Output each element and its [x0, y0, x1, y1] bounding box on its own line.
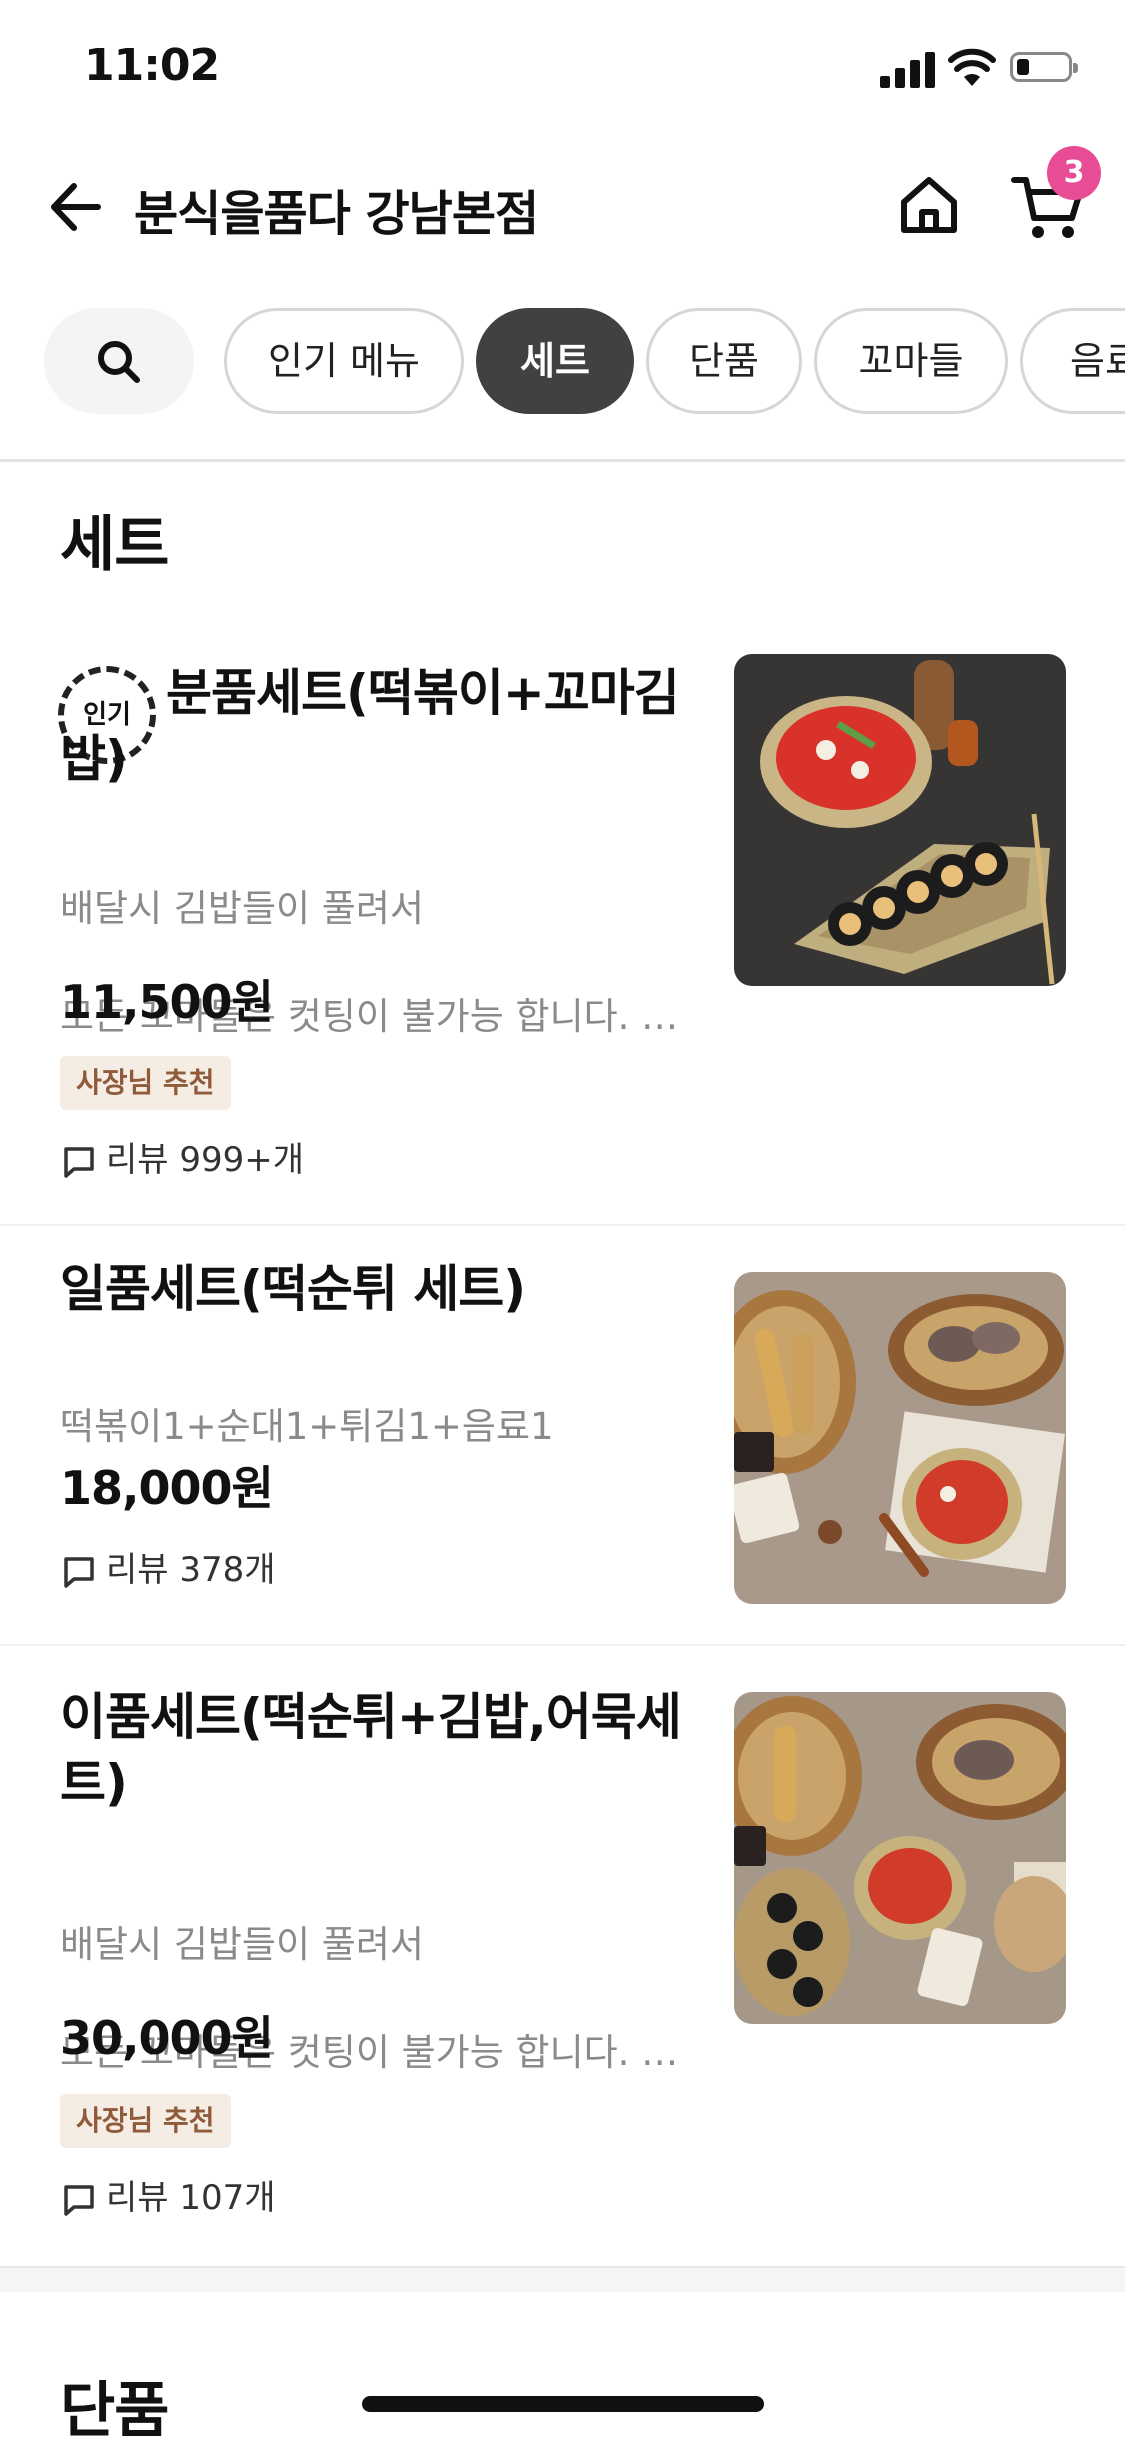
tabs-divider — [0, 459, 1125, 462]
home-indicator — [362, 2396, 764, 2412]
tab-set[interactable]: 세트 — [476, 308, 634, 414]
status-time: 11:02 — [84, 40, 220, 91]
item-price: 18,000원 — [60, 1461, 274, 1515]
tab-drinks[interactable]: 음료 — [1020, 308, 1125, 414]
review-count: 리뷰 107개 — [62, 2170, 276, 2219]
status-bar: 11:02 — [0, 0, 1125, 140]
section-divider — [0, 2266, 1125, 2292]
store-title: 분식을품다 강남본점 — [134, 186, 539, 242]
item-photo — [734, 1272, 1066, 1604]
back-arrow-icon[interactable] — [40, 172, 110, 242]
item-name: 일품세트(떡순튀 세트) — [60, 1260, 526, 1318]
item-price: 30,000원 — [60, 2011, 274, 2065]
cart-count-badge: 3 — [1047, 146, 1101, 200]
search-icon — [98, 341, 140, 383]
item-photo — [734, 1692, 1066, 2024]
recommend-badge: 사장님 추천 — [60, 1056, 231, 1110]
item-photo — [734, 654, 1066, 986]
tab-single[interactable]: 단품 — [646, 308, 802, 414]
signal-icon — [880, 50, 936, 88]
review-icon — [64, 2184, 94, 2216]
menu-item[interactable]: 인기 분품세트(떡볶이+꼬마김밥) 배달시 김밥들이 풀려서 모든 꼬마들은 컷… — [0, 640, 1125, 1224]
wifi-icon — [948, 48, 996, 86]
section-title-set: 세트 — [60, 510, 169, 580]
review-count: 리뷰 999+개 — [62, 1132, 304, 1181]
item-name: 이품세트(떡순튀+김밥,어묵세트) — [60, 1688, 682, 1812]
home-icon[interactable] — [892, 168, 966, 242]
item-name: 분품세트(떡볶이+꼬마김밥) — [60, 664, 680, 788]
battery-icon — [1010, 52, 1078, 82]
review-icon — [64, 1556, 94, 1588]
category-tabs: 인기 메뉴 세트 단품 꼬마들 음료 — [0, 306, 1125, 418]
tab-kids[interactable]: 꼬마들 — [814, 308, 1008, 414]
tab-popular-menu[interactable]: 인기 메뉴 — [224, 308, 464, 414]
menu-item[interactable]: 일품세트(떡순튀 세트) 떡볶이1+순대1+튀김1+음료1 18,000원 리뷰… — [0, 1226, 1125, 1644]
item-price: 11,500원 — [60, 975, 274, 1029]
menu-item[interactable]: 이품세트(떡순튀+김밥,어묵세트) 배달시 김밥들이 풀려서 모든 꼬마들은 컷… — [0, 1646, 1125, 2266]
search-button[interactable] — [44, 308, 194, 414]
app-header: 분식을품다 강남본점 — [0, 150, 1125, 260]
review-icon — [64, 1146, 94, 1178]
review-count: 리뷰 378개 — [62, 1542, 276, 1591]
recommend-badge: 사장님 추천 — [60, 2094, 231, 2148]
